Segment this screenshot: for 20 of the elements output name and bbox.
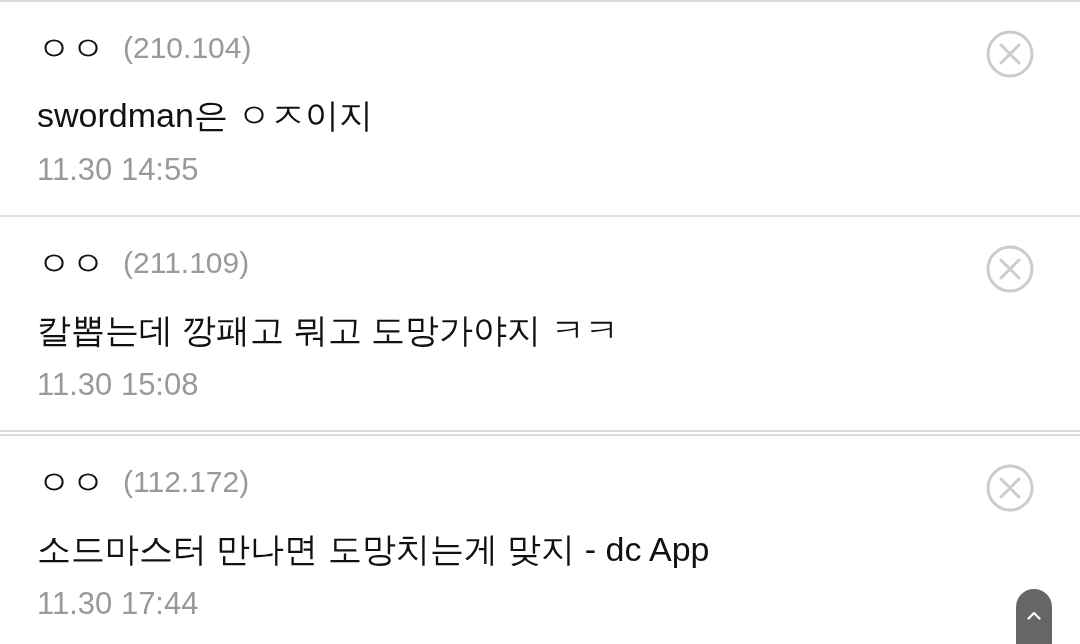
delete-button[interactable] — [986, 245, 1034, 293]
comment-date: 11.30 17:44 — [37, 585, 199, 623]
comment-date: 11.30 14:55 — [37, 151, 199, 189]
ip-address: (210.104) — [123, 30, 252, 66]
caret-icon — [1027, 611, 1041, 620]
delete-button[interactable] — [986, 30, 1034, 78]
nickname: ㅇㅇ — [37, 243, 105, 284]
nickname: ㅇㅇ — [37, 28, 105, 69]
comment-text: 칼뽑는데 깡패고 뭐고 도망가야지 ㅋㅋ — [37, 310, 619, 351]
close-icon — [986, 30, 1034, 78]
nickname: ㅇㅇ — [37, 462, 105, 503]
scroll-top-button[interactable] — [1016, 589, 1052, 644]
comment-date: 11.30 15:08 — [37, 366, 199, 404]
ip-address: (112.172) — [123, 464, 250, 500]
comment-text: swordman은 ㅇㅈ이지 — [37, 95, 374, 136]
ip-address: (211.109) — [123, 245, 250, 281]
delete-button[interactable] — [986, 464, 1034, 512]
close-icon — [986, 464, 1034, 512]
close-icon — [986, 245, 1034, 293]
comment-text: 소드마스터 만나면 도망치는게 맞지 - dc App — [37, 529, 710, 570]
